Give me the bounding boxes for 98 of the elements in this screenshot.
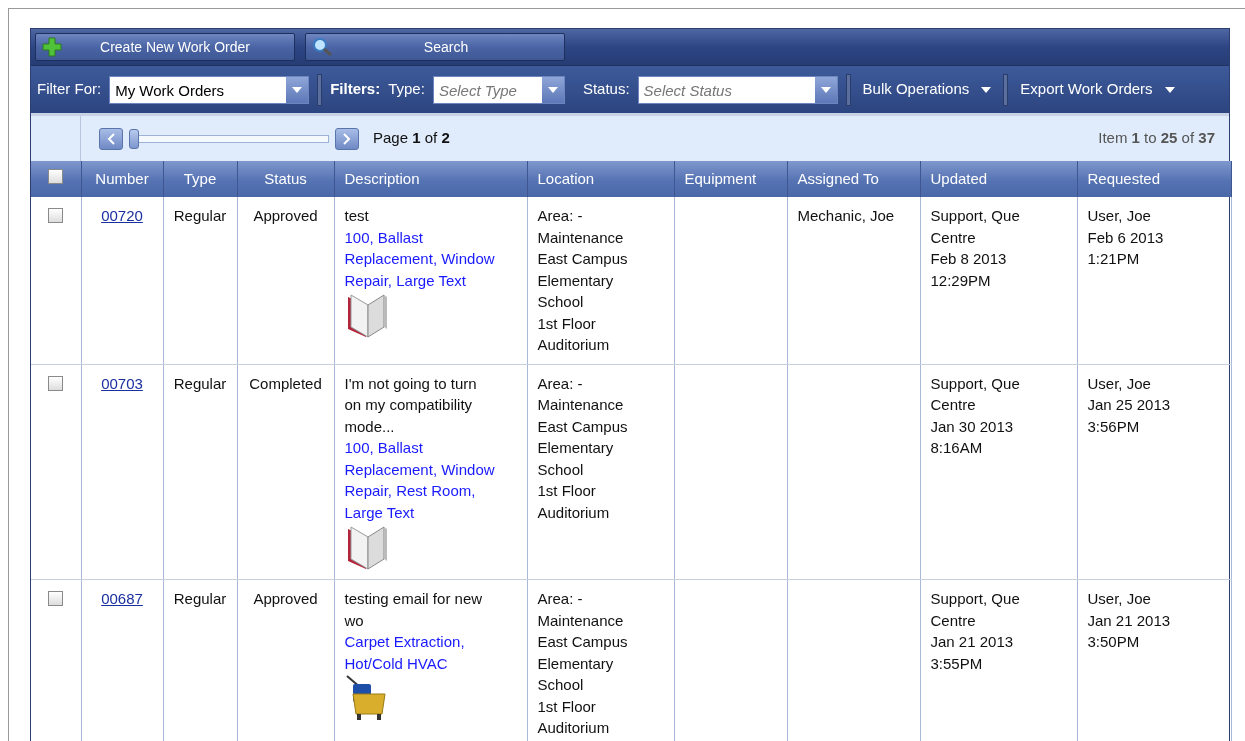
location-text: Elementary xyxy=(537,653,615,674)
category-link[interactable]: Carpet Extraction, Hot/Cold HVAC xyxy=(344,631,517,674)
column-header[interactable]: Status xyxy=(237,161,334,197)
work-order-link[interactable]: 00720 xyxy=(101,207,143,224)
select-all-checkbox[interactable] xyxy=(48,168,64,184)
table-cell: Mechanic, Joe xyxy=(797,207,895,224)
table-cell: Regular xyxy=(173,207,227,224)
slider-thumb[interactable] xyxy=(129,128,139,149)
requested-text: User, Joe xyxy=(1087,373,1152,394)
table-cell: Regular xyxy=(173,590,227,607)
filters-label: Filters: xyxy=(330,79,381,100)
mop-bucket-icon xyxy=(344,674,389,722)
work-order-link[interactable]: 00703 xyxy=(101,374,143,392)
location-text: Auditorium xyxy=(537,718,611,738)
updated-text: Feb 8 2013 xyxy=(930,249,1008,269)
chevron-icon xyxy=(343,132,351,145)
updated-text: Jan 30 2013 xyxy=(930,416,1015,437)
page-slider[interactable] xyxy=(129,128,329,149)
requested-text: 1:21PM xyxy=(1087,249,1141,269)
location-text: Auditorium xyxy=(537,335,611,355)
table-cell: Regular xyxy=(173,374,227,392)
updated-text: 12:29PM xyxy=(930,270,992,291)
location-text: Maintenance xyxy=(537,395,625,415)
row-checkbox[interactable] xyxy=(48,591,64,606)
dropdown-field[interactable]: Select Status xyxy=(637,75,838,104)
dropdown-field[interactable]: My Work Orders xyxy=(109,75,310,104)
location-text: Maintenance xyxy=(537,610,625,631)
location-text: Auditorium xyxy=(537,502,611,523)
updated-text: 3:55PM xyxy=(930,653,984,674)
location-text: Elementary xyxy=(537,438,615,458)
location-text: School xyxy=(537,459,585,480)
toolbar-button[interactable]: Search xyxy=(305,33,565,61)
row-checkbox[interactable] xyxy=(48,375,64,391)
caret-icon xyxy=(292,86,303,93)
caret-icon xyxy=(547,86,558,93)
location-text: 1st Floor xyxy=(537,481,597,501)
location-text: School xyxy=(537,675,585,695)
search-icon xyxy=(312,37,334,57)
column-header[interactable]: Updated xyxy=(920,161,1077,197)
column-header[interactable]: Description xyxy=(334,161,527,197)
location-text: Maintenance xyxy=(537,227,625,248)
status-label: Status: xyxy=(582,79,630,100)
updated-text: Centre xyxy=(930,395,977,415)
filter-label: Filter For: xyxy=(37,79,102,100)
description-text: test xyxy=(344,206,370,226)
caret-icon xyxy=(981,86,992,93)
requested-text: Feb 6 2013 xyxy=(1087,227,1165,248)
category-link[interactable]: 100, Ballast Replacement, Window Repair, Rest Room, Large Text xyxy=(344,437,517,523)
row-checkbox[interactable] xyxy=(48,208,64,223)
type-label: Type: xyxy=(388,79,425,100)
requested-text: User, Joe xyxy=(1087,589,1152,609)
location-text: 1st Floor xyxy=(537,313,597,334)
work-order-link[interactable]: 00687 xyxy=(101,590,143,607)
caret-icon xyxy=(1164,86,1175,93)
dropdown-field[interactable]: Select Type xyxy=(432,75,565,104)
chevron-icon xyxy=(107,132,115,145)
updated-text: Support, Que xyxy=(930,589,1021,609)
location-text: School xyxy=(537,292,585,312)
column-header[interactable]: Number xyxy=(81,161,163,197)
plus-icon xyxy=(42,37,62,57)
column-header[interactable]: Location xyxy=(527,161,674,197)
table-cell: Approved xyxy=(253,207,318,224)
table-cell: Approved xyxy=(253,590,318,607)
updated-text: Centre xyxy=(930,227,977,248)
menu-button[interactable]: Export Work Orders xyxy=(1016,78,1179,101)
menu-button[interactable]: Bulk Operations xyxy=(858,78,996,101)
table-cell: Completed xyxy=(249,374,322,392)
requested-text: Jan 25 2013 xyxy=(1087,395,1172,415)
requested-text: User, Joe xyxy=(1087,206,1152,226)
updated-text: Centre xyxy=(930,610,977,631)
location-text: Area: - xyxy=(537,206,584,226)
updated-text: Jan 21 2013 xyxy=(930,632,1015,652)
toolbar-button[interactable]: Create New Work Order xyxy=(35,33,295,61)
requested-text: Jan 21 2013 xyxy=(1087,610,1172,631)
column-header[interactable]: Type xyxy=(163,161,237,197)
column-header[interactable]: Requested xyxy=(1077,161,1231,197)
requested-text: 3:50PM xyxy=(1087,632,1141,652)
requested-text: 3:56PM xyxy=(1087,416,1141,437)
location-text: 1st Floor xyxy=(537,696,597,717)
column-header[interactable]: Assigned To xyxy=(787,161,920,197)
location-text: East Campus xyxy=(537,632,629,652)
location-text: East Campus xyxy=(537,416,629,437)
updated-text: Support, Que xyxy=(930,206,1021,226)
location-text: Elementary xyxy=(537,270,615,291)
column-header[interactable]: Equipment xyxy=(674,161,787,197)
caret-icon xyxy=(820,86,831,93)
category-link[interactable]: 100, Ballast Replacement, Window Repair, Large Text xyxy=(344,226,517,291)
page-indicator: Page 1 of 2 xyxy=(373,128,450,149)
location-text: Area: - xyxy=(537,589,584,609)
previous-page-button[interactable] xyxy=(99,127,123,150)
next-page-button[interactable] xyxy=(335,127,359,150)
item-count: Item 1 to 25 of 37 xyxy=(1098,128,1215,149)
description-text: testing email for new wo xyxy=(344,589,484,631)
updated-text: Support, Que xyxy=(930,373,1021,394)
updated-text: 8:16AM xyxy=(930,438,984,458)
location-text: East Campus xyxy=(537,249,629,269)
description-text: I'm not going to turn on my compatibility mode... xyxy=(344,373,478,437)
location-text: Area: - xyxy=(537,373,584,394)
